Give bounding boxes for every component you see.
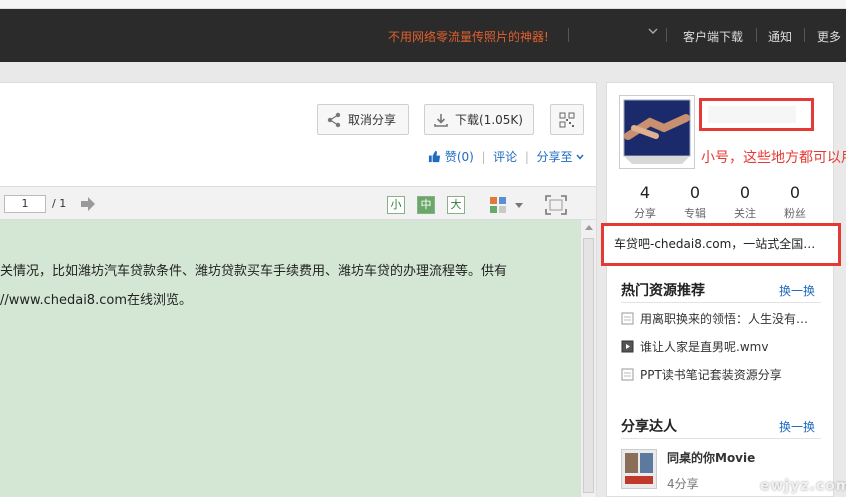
arrow-right-icon[interactable] bbox=[80, 197, 96, 211]
download-label: 下载(1.05K) bbox=[455, 113, 523, 127]
divider: | bbox=[521, 150, 533, 164]
chevron-down-icon[interactable] bbox=[515, 203, 523, 209]
like-link[interactable]: 赞(0) bbox=[445, 150, 474, 164]
stat-value: 0 bbox=[739, 183, 751, 202]
divider bbox=[804, 28, 805, 42]
movie-poster-image bbox=[622, 450, 656, 488]
client-download-link[interactable]: 客户端下载 bbox=[683, 28, 743, 45]
divider bbox=[621, 302, 821, 303]
qrcode-icon bbox=[559, 112, 575, 127]
list-item[interactable]: 谁让人家是直男呢.wmv bbox=[621, 338, 768, 355]
document-text-line: 关情况，比如潍坊汽车贷款条件、潍坊贷款买车手续费用、潍坊车贷的办理流程等。供有 bbox=[0, 264, 508, 279]
download-button[interactable]: 下载(1.05K) bbox=[424, 104, 534, 135]
download-icon bbox=[434, 113, 448, 127]
divider: | bbox=[477, 150, 490, 164]
stat-albums[interactable]: 0 专辑 bbox=[675, 183, 715, 221]
stat-value: 0 bbox=[789, 183, 801, 202]
stat-following[interactable]: 0 关注 bbox=[725, 183, 765, 221]
hot-resources-title: 热门资源推荐 bbox=[621, 283, 705, 299]
divider bbox=[568, 28, 569, 42]
profile-intro: 车贷吧-chedai8.com，一站式全国… bbox=[614, 237, 816, 251]
profile-sidebar: 小号，这些地方都可以用。 4 分享 0 专辑 0 关注 0 粉丝 车贷吧-che… bbox=[601, 82, 846, 497]
document-panel: 取消分享 下载(1.05K) 赞(0) | 评论 | 分享至 1 / 1 小 中… bbox=[0, 82, 597, 497]
expert-share-count: 4分享 bbox=[667, 477, 699, 491]
document-text-line: //www.chedai8.com在线浏览。 bbox=[0, 293, 192, 308]
comment-link[interactable]: 评论 bbox=[493, 150, 517, 164]
share-to-link[interactable]: 分享至 bbox=[537, 150, 573, 164]
qrcode-button[interactable] bbox=[550, 104, 584, 135]
experts-title: 分享达人 bbox=[621, 419, 677, 435]
avatar[interactable] bbox=[619, 95, 695, 169]
stat-label: 关注 bbox=[734, 207, 756, 220]
font-size-medium-button[interactable]: 中 bbox=[417, 196, 435, 214]
stat-label: 粉丝 bbox=[784, 207, 806, 220]
document-scrollbar[interactable] bbox=[580, 220, 596, 497]
list-item[interactable]: PPT读书笔记套装资源分享 bbox=[621, 366, 782, 383]
promo-link[interactable]: 不用网络零流量传照片的神器! bbox=[388, 28, 549, 45]
handshake-avatar-image bbox=[623, 99, 691, 164]
resource-title: PPT读书笔记套装资源分享 bbox=[640, 368, 782, 382]
share-icon bbox=[327, 112, 341, 127]
font-size-small-button[interactable]: 小 bbox=[387, 196, 405, 214]
stat-label: 分享 bbox=[634, 207, 656, 220]
top-navbar: 不用网络零流量传照片的神器! 客户端下载 通知 更多 bbox=[0, 0, 846, 62]
stat-followers[interactable]: 0 粉丝 bbox=[775, 183, 815, 221]
chevron-down-icon[interactable] bbox=[576, 153, 584, 161]
list-item[interactable]: 用离职换来的领悟：人生没有… bbox=[621, 310, 808, 327]
page-total: / 1 bbox=[52, 197, 67, 210]
page-number-input[interactable]: 1 bbox=[4, 195, 46, 213]
more-link[interactable]: 更多 bbox=[817, 28, 841, 45]
username-highlight bbox=[699, 98, 814, 131]
viewer-toolbar: 1 / 1 小 中 大 bbox=[0, 186, 596, 220]
expert-name[interactable]: 同桌的你Movie bbox=[667, 449, 755, 466]
stat-label: 专辑 bbox=[684, 207, 706, 220]
chevron-down-icon[interactable] bbox=[648, 26, 658, 36]
expert-avatar[interactable] bbox=[621, 449, 657, 489]
annotation-text: 小号，这些地方都可以用。 bbox=[701, 150, 846, 166]
font-size-large-button[interactable]: 大 bbox=[447, 196, 465, 214]
stat-value: 0 bbox=[689, 183, 701, 202]
document-viewer[interactable]: 关情况，比如潍坊汽车贷款条件、潍坊贷款买车手续费用、潍坊车贷的办理流程等。供有 … bbox=[0, 220, 580, 497]
watermark: ewjyz.com bbox=[760, 478, 846, 494]
hot-resources-refresh-link[interactable]: 换一换 bbox=[779, 282, 815, 299]
divider bbox=[621, 438, 821, 439]
thumbs-up-icon[interactable] bbox=[428, 150, 441, 163]
scroll-up-icon[interactable] bbox=[585, 225, 593, 230]
cancel-share-button[interactable]: 取消分享 bbox=[317, 104, 409, 135]
scrollbar-thumb[interactable] bbox=[583, 238, 594, 493]
stat-value: 4 bbox=[639, 183, 651, 202]
browser-strip bbox=[0, 0, 846, 9]
divider bbox=[756, 28, 757, 42]
username-placeholder[interactable] bbox=[708, 106, 796, 123]
resource-title: 谁让人家是直男呢.wmv bbox=[640, 340, 769, 354]
stat-shares[interactable]: 4 分享 bbox=[625, 183, 665, 221]
fullscreen-icon[interactable] bbox=[545, 195, 567, 215]
document-icon bbox=[621, 368, 634, 381]
experts-refresh-link[interactable]: 换一换 bbox=[779, 418, 815, 435]
video-icon bbox=[621, 340, 634, 353]
divider bbox=[666, 28, 667, 42]
action-links: 赞(0) | 评论 | 分享至 bbox=[428, 148, 584, 165]
document-icon bbox=[621, 312, 634, 325]
grid-view-icon[interactable] bbox=[489, 196, 507, 214]
notifications-link[interactable]: 通知 bbox=[768, 28, 792, 45]
resource-title: 用离职换来的领悟：人生没有… bbox=[640, 312, 809, 326]
cancel-share-label: 取消分享 bbox=[348, 113, 397, 127]
profile-intro-highlight: 车贷吧-chedai8.com，一站式全国… bbox=[601, 223, 841, 266]
